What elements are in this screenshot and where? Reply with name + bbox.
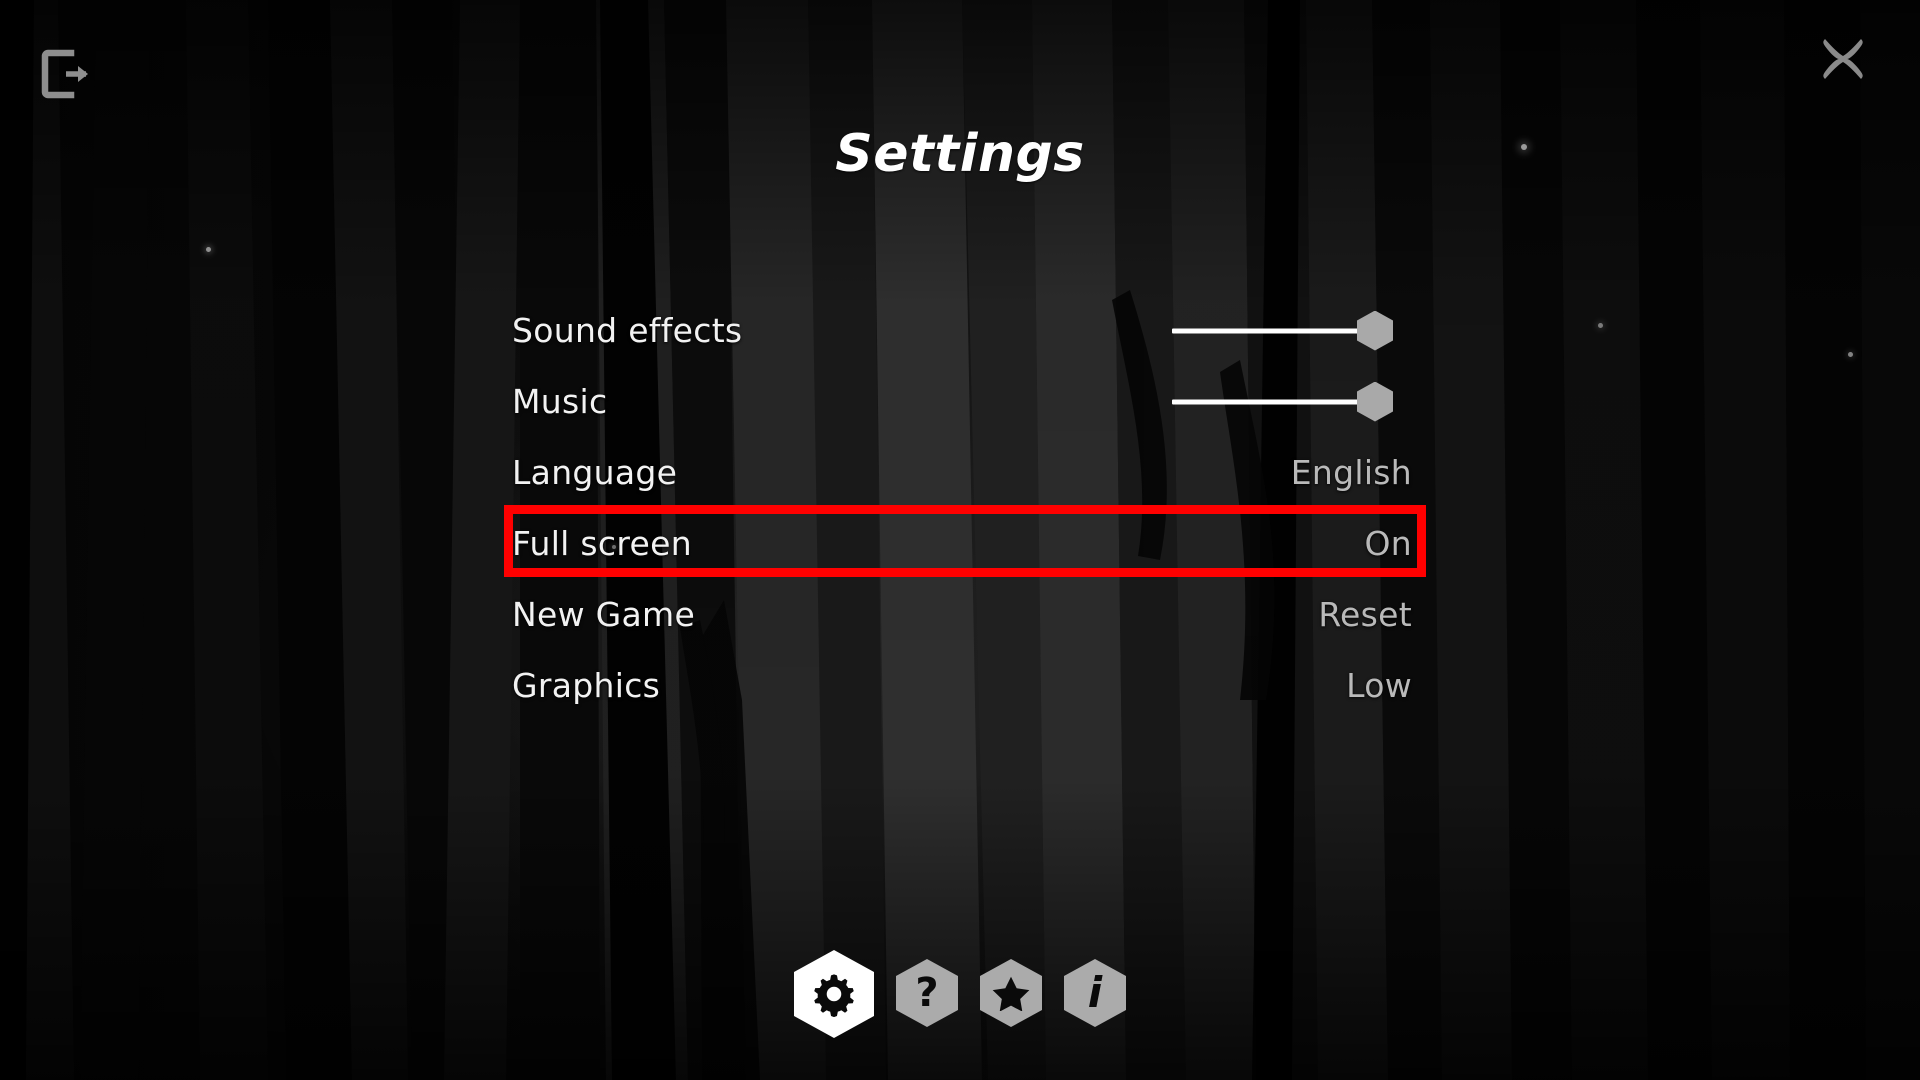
question-glyph: ? [915,970,939,1016]
setting-value-new-game[interactable]: Reset [1318,595,1412,634]
slider-knob[interactable] [1357,381,1393,422]
nav-item-about[interactable]: i [1064,959,1126,1027]
setting-value-graphics[interactable]: Low [1346,666,1412,705]
nav-item-rate[interactable] [980,959,1042,1027]
hexagon-knob-icon [1357,310,1393,351]
close-icon [1823,39,1863,79]
slider-track[interactable] [1172,328,1375,333]
setting-row-language[interactable]: Language English [512,437,1412,508]
info-icon: i [1088,972,1102,1014]
nav-item-settings[interactable] [794,950,874,1038]
setting-label: Language [512,453,678,492]
exit-button[interactable] [38,46,94,102]
sound-effects-slider[interactable] [1172,310,1412,351]
setting-row-new-game[interactable]: New Game Reset [512,579,1412,650]
setting-label: Graphics [512,666,661,705]
setting-value-language[interactable]: English [1291,453,1412,492]
bottom-nav: ? i [0,950,1920,1038]
setting-row-sound-effects[interactable]: Sound effects [512,295,1412,366]
game-settings-screen: Settings Sound effects Music Language En… [0,0,1920,1080]
gear-icon [811,971,857,1017]
info-glyph: i [1087,968,1103,1017]
star-icon [992,975,1030,1011]
page-title: Settings [835,124,1085,184]
setting-row-graphics[interactable]: Graphics Low [512,650,1412,721]
exit-icon [41,49,88,99]
setting-row-full-screen[interactable]: Full screen On [512,508,1412,579]
slider-knob[interactable] [1357,310,1393,351]
setting-row-music[interactable]: Music [512,366,1412,437]
setting-label: New Game [512,595,696,634]
question-icon: ? [915,973,938,1013]
settings-list: Sound effects Music Language English Ful… [512,295,1412,721]
setting-value-full-screen[interactable]: On [1365,524,1413,563]
setting-label: Full screen [512,524,692,563]
setting-label: Sound effects [512,311,743,350]
music-slider[interactable] [1172,381,1412,422]
hexagon-knob-icon [1357,381,1393,422]
nav-item-help[interactable]: ? [896,959,958,1027]
slider-track[interactable] [1172,399,1375,404]
setting-label: Music [512,382,608,421]
close-button[interactable] [1812,28,1874,90]
